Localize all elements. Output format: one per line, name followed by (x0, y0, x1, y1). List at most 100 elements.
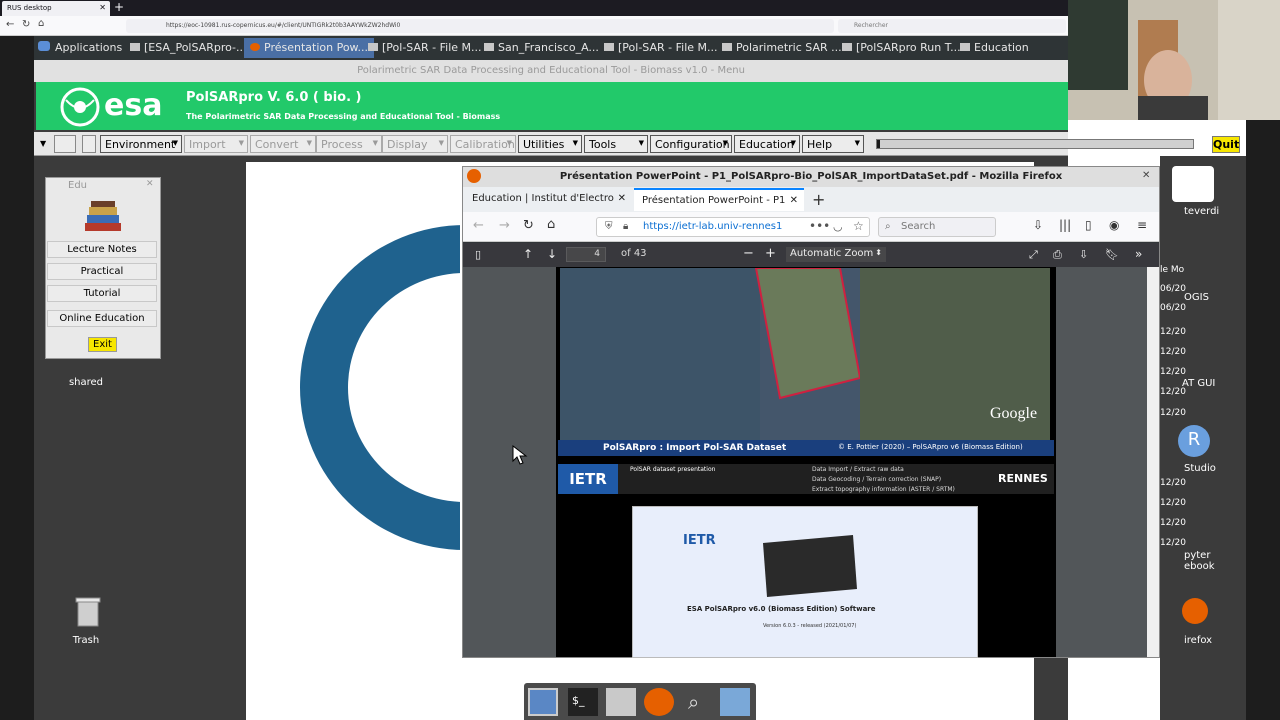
save-icon[interactable]: ⇩ (1079, 248, 1088, 261)
back-icon[interactable]: ← (6, 19, 14, 30)
menu-import[interactable]: Import ▼ (184, 135, 248, 153)
outer-search-input[interactable]: Rechercher (838, 19, 1066, 33)
outer-tab-bar (0, 0, 1068, 16)
progress-fill (877, 140, 881, 148)
menu-process[interactable]: Process ▼ (316, 135, 382, 153)
menu-environment[interactable]: Environment ▼ (100, 135, 182, 153)
back-icon[interactable]: ← (473, 218, 484, 233)
taskbar-item[interactable]: San_Francisco_A... (484, 41, 599, 54)
online-education-button[interactable]: Online Education (47, 310, 157, 327)
new-tab-icon[interactable]: + (114, 0, 124, 14)
paw-icon (38, 41, 50, 51)
downloads-icon[interactable]: ⇩ (1033, 218, 1043, 232)
bullet-3: Extract topography information (ASTER / … (812, 486, 955, 493)
menu-display[interactable]: Display ▼ (382, 135, 448, 153)
bullet-1: Data Import / Extract raw data (812, 466, 904, 473)
ietr-logo-small: IETR (683, 533, 716, 548)
exit-button[interactable]: Exit (88, 337, 117, 352)
small-button[interactable] (54, 135, 76, 153)
reload-icon[interactable]: ↻ (22, 19, 30, 30)
firefox-icon (250, 43, 260, 51)
outer-url-bar[interactable]: https://eoc-10981.rus-copernicus.eu/#/cl… (126, 19, 834, 33)
star-icon[interactable]: ☆ (853, 219, 864, 233)
tools-icon[interactable]: » (1135, 247, 1142, 261)
date-label: le Mo (1160, 265, 1185, 275)
applications-menu[interactable]: Applications (38, 41, 122, 54)
menu-utilities[interactable]: Utilities ▼ (518, 135, 582, 153)
lecture-notes-button[interactable]: Lecture Notes (47, 241, 157, 258)
taskbar-item[interactable]: [Pol-SAR - File M... (604, 41, 718, 54)
outer-tab[interactable]: RUS desktop ✕ (2, 1, 110, 16)
show-desktop-icon[interactable] (528, 688, 558, 716)
reload-icon[interactable]: ↻ (523, 218, 534, 233)
pdf-scrollbar[interactable] (1147, 267, 1159, 657)
firefox-icon[interactable] (644, 688, 674, 716)
firefox-search-input[interactable]: ⌕ Search (878, 217, 996, 237)
menu-arrow-icon[interactable]: ▼ (40, 139, 46, 148)
sidebar-toggle-icon[interactable]: ▯ (475, 248, 481, 261)
zoom-select[interactable]: Automatic Zoom ⬍ (786, 247, 886, 262)
taskbar-item-label: Education (974, 41, 1029, 54)
menu-tools[interactable]: Tools ▼ (584, 135, 648, 153)
account-icon[interactable]: ◉ (1109, 218, 1119, 232)
tutorial-button[interactable]: Tutorial (47, 285, 157, 302)
page-count: of 43 (621, 248, 647, 259)
practical-button[interactable]: Practical (47, 263, 157, 280)
date-label: 12/20 (1160, 478, 1186, 488)
menu-education[interactable]: Education ▼ (734, 135, 800, 153)
folder-icon (368, 43, 378, 51)
close-icon[interactable]: ✕ (618, 193, 626, 204)
chevron-down-icon: ▼ (790, 139, 796, 147)
close-icon[interactable]: ✕ (146, 179, 154, 189)
taskbar-item-label: San_Francisco_A... (498, 41, 599, 54)
date-label: 12/20 (1160, 498, 1186, 508)
menu-convert[interactable]: Convert ▼ (250, 135, 316, 153)
menu-icon[interactable]: ≡ (1137, 218, 1147, 232)
pocket-icon[interactable]: ◡ (833, 220, 843, 233)
taskbar-item[interactable]: Education (960, 41, 1029, 54)
menu-help[interactable]: Help ▼ (802, 135, 864, 153)
r-studio-icon[interactable]: R (1178, 425, 1210, 457)
previous-page-icon[interactable]: ↑ (523, 247, 533, 261)
bookmark-icon[interactable]: 🔖︎ (1105, 248, 1119, 261)
desktop-icon-label: OGIS (1184, 292, 1209, 303)
next-page-icon[interactable]: ↓ (547, 247, 557, 261)
taskbar-item[interactable]: [Pol-SAR - File M... (368, 41, 482, 54)
menu-configuration[interactable]: Configuration ▼ (650, 135, 732, 153)
taskbar-item[interactable]: [ESA_PolSARpro-... (130, 41, 247, 54)
firefox-url-bar[interactable]: https://ietr-lab.univ-rennes1 ⛨ 🔒︎ ••• ◡… (596, 217, 870, 237)
app-icon[interactable] (1172, 166, 1214, 202)
close-icon[interactable]: ✕ (1142, 170, 1150, 181)
more-icon[interactable]: ••• (809, 219, 830, 233)
page-number-input[interactable]: 4 (566, 247, 606, 262)
firefox-icon[interactable] (1182, 598, 1208, 624)
print-icon[interactable]: ⎙ (1053, 248, 1062, 262)
bullet-2: Data Geocoding / Terrain correction (SNA… (812, 476, 942, 483)
tab-education[interactable]: Education | Institut d'Electro ✕ (464, 188, 632, 211)
presentation-mode-icon[interactable]: ⤢ (1029, 248, 1038, 262)
terminal-icon[interactable]: $_ (568, 688, 598, 716)
search-icon[interactable]: ⌕ (682, 688, 712, 716)
small-button[interactable] (82, 135, 96, 153)
library-icon[interactable]: ||| (1059, 218, 1071, 232)
zoom-out-icon[interactable]: − (743, 246, 754, 261)
folder-icon[interactable] (720, 688, 750, 716)
quit-button[interactable]: Quit (1212, 136, 1240, 153)
home-icon[interactable]: ⌂ (38, 18, 44, 29)
close-icon[interactable]: ✕ (99, 3, 106, 12)
forward-icon[interactable]: → (499, 218, 510, 233)
taskbar-item[interactable]: [PolSARpro Run T... (842, 41, 961, 54)
zoom-in-icon[interactable]: + (765, 246, 776, 261)
tab-label: Présentation PowerPoint - P1 (642, 195, 786, 206)
taskbar-item[interactable]: Polarimetric SAR ... (722, 41, 842, 54)
home-icon[interactable]: ⌂ (547, 217, 555, 232)
chevron-down-icon: ▼ (506, 139, 512, 147)
sidebar-icon[interactable]: ▯ (1085, 218, 1092, 232)
taskbar-item-active[interactable]: Présentation Pow... (244, 38, 375, 58)
close-icon[interactable]: ✕ (790, 195, 798, 206)
tab-presentation[interactable]: Présentation PowerPoint - P1 ✕ (634, 188, 804, 211)
trash-icon[interactable] (74, 596, 102, 628)
new-tab-icon[interactable]: + (812, 190, 825, 209)
file-manager-icon[interactable] (606, 688, 636, 716)
menu-calibration[interactable]: Calibration ▼ (450, 135, 516, 153)
